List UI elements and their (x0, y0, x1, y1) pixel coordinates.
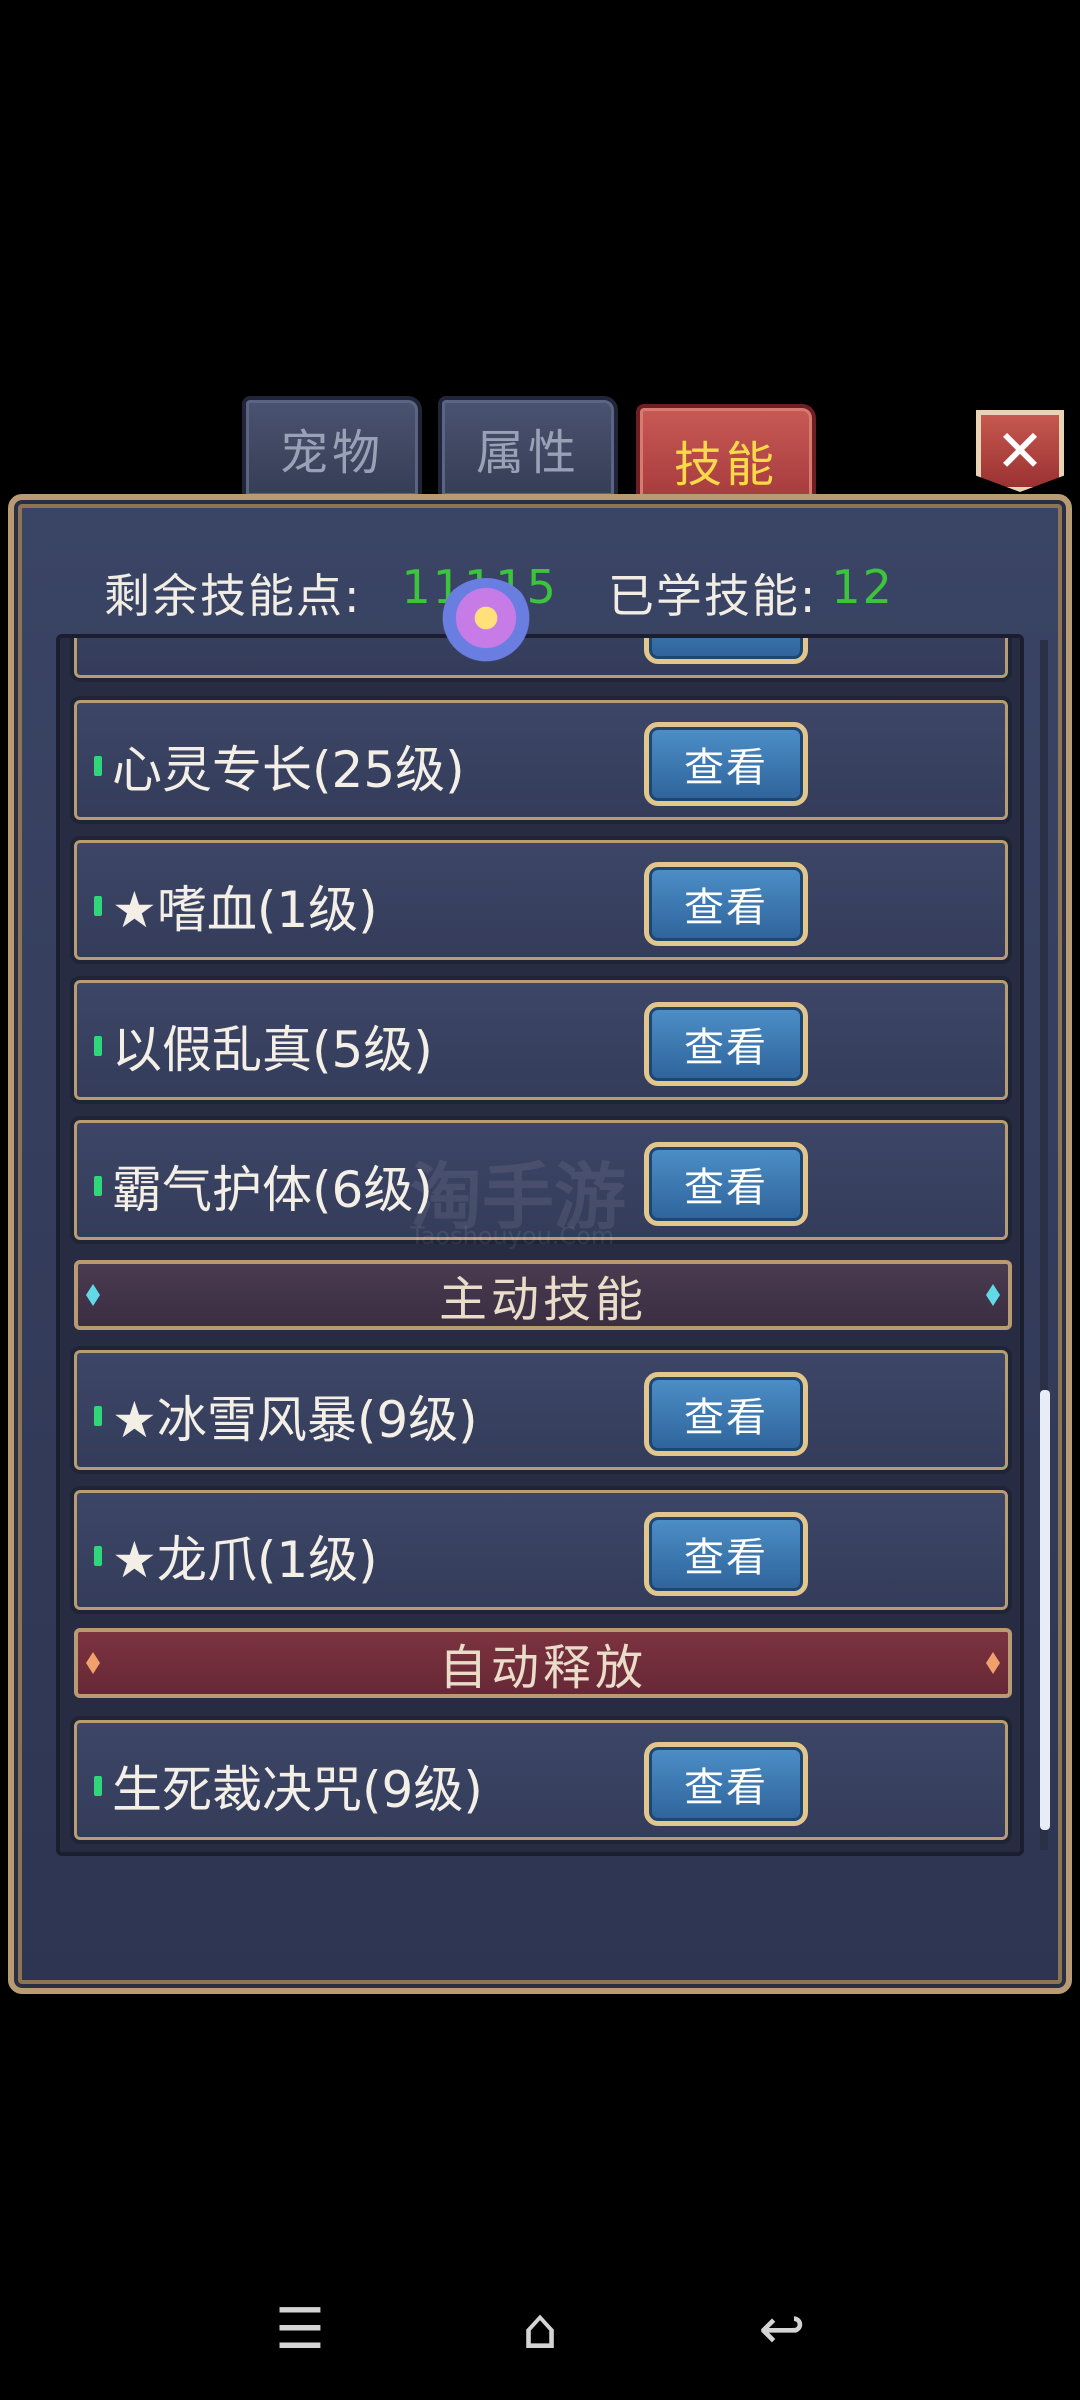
section-title: 主动技能 (438, 1272, 647, 1328)
close-button[interactable]: ✕ (976, 410, 1064, 492)
view-button[interactable]: 查看 (644, 862, 808, 946)
section-title: 自动释放 (438, 1640, 647, 1696)
skill-name: ★嗜血(1级) (112, 881, 378, 939)
gem-icon (86, 1284, 100, 1306)
skill-name: 霸气护体(6级) (112, 1161, 433, 1219)
list-item: ★嗜血(1级) 查看 (70, 836, 1012, 964)
skill-marker-icon (94, 1036, 102, 1056)
view-button[interactable]: 查看 (644, 722, 808, 806)
list-item: ★冰雪风暴(9级) 查看 (70, 1346, 1012, 1474)
view-button-partial[interactable] (644, 638, 808, 664)
view-button[interactable]: 查看 (644, 1742, 808, 1826)
skill-marker-icon (94, 896, 102, 916)
section-header-auto: 自动释放 (74, 1628, 1012, 1698)
tab-attributes-label: 属性 (475, 425, 580, 481)
section-header-active: 主动技能 (74, 1260, 1012, 1330)
skill-name: ★冰雪风暴(9级) (112, 1391, 478, 1449)
view-button[interactable]: 查看 (644, 1372, 808, 1456)
tab-attributes[interactable]: 属性 (438, 396, 618, 500)
menu-icon[interactable]: ☰ (270, 2300, 330, 2360)
remaining-points-label: 剩余技能点: (104, 569, 362, 623)
list-item: ★龙爪(1级) 查看 (70, 1486, 1012, 1614)
list-item-partial (70, 638, 1012, 682)
skill-name: 心灵专长(25级) (112, 741, 465, 799)
gem-icon (986, 1652, 1000, 1674)
skill-marker-icon (94, 1406, 102, 1426)
tab-skills-label: 技能 (673, 437, 778, 493)
watermark-sub: Taoshouyou.Com (410, 1222, 615, 1250)
back-icon[interactable]: ↩ (752, 2300, 812, 2360)
view-button[interactable]: 查看 (644, 1512, 808, 1596)
tab-pet[interactable]: 宠物 (242, 396, 422, 500)
skill-name: 生死裁决咒(9级) (112, 1761, 483, 1819)
skill-marker-icon (94, 1546, 102, 1566)
learned-skills-value: 12 (831, 560, 894, 614)
list-item: 以假乱真(5级) 查看 (70, 976, 1012, 1104)
learned-skills-label: 已学技能: (607, 569, 818, 623)
gem-icon (986, 1284, 1000, 1306)
view-button[interactable]: 查看 (644, 1142, 808, 1226)
list-item: 生死裁决咒(9级) 查看 (70, 1716, 1012, 1844)
list-item: 心灵专长(25级) 查看 (70, 696, 1012, 824)
skill-marker-icon (94, 1776, 102, 1796)
skill-name: ★龙爪(1级) (112, 1531, 378, 1589)
tab-pet-label: 宠物 (279, 425, 384, 481)
close-icon: ✕ (995, 417, 1045, 485)
skill-marker-icon (94, 1176, 102, 1196)
home-icon[interactable]: ⌂ (510, 2300, 570, 2360)
pet-avatar-icon (436, 578, 536, 678)
scrollbar-thumb[interactable] (1040, 1390, 1050, 1830)
skill-name: 以假乱真(5级) (112, 1021, 433, 1079)
skill-marker-icon (94, 756, 102, 776)
gem-icon (86, 1652, 100, 1674)
view-button[interactable]: 查看 (644, 1002, 808, 1086)
